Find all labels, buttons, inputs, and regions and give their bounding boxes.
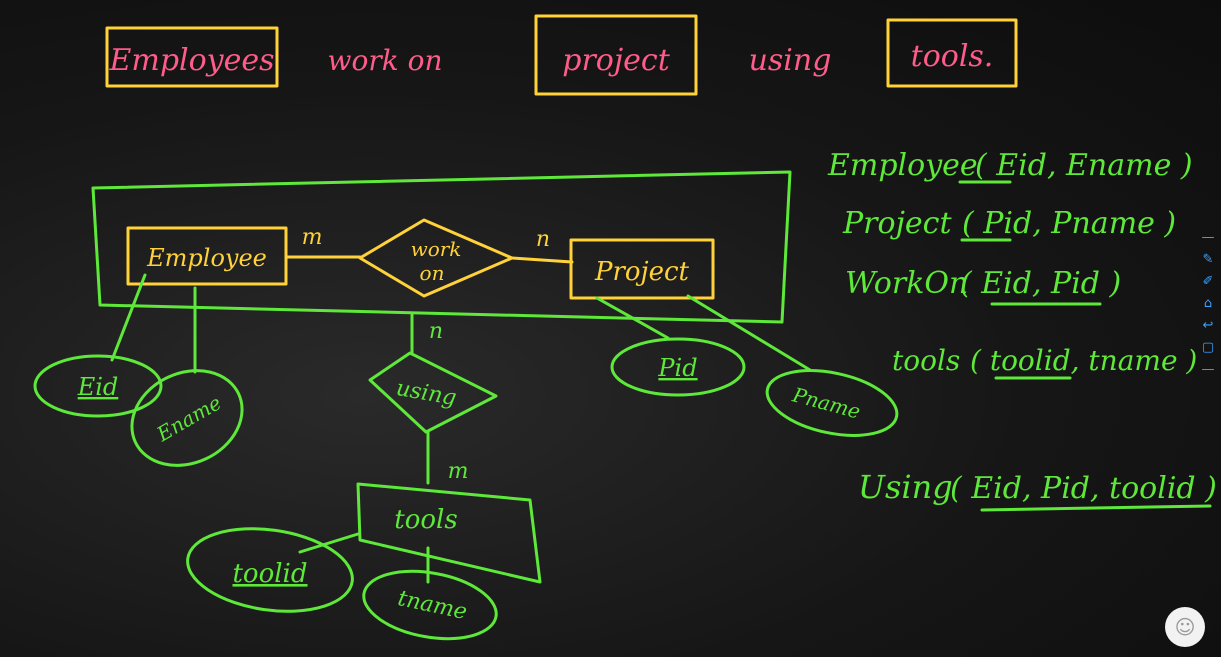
- heading: Employees work on project using tools.: [105, 14, 1018, 96]
- home-icon[interactable]: ⌂: [1201, 296, 1215, 312]
- schema-project-fields: ( Pid, Pname ): [962, 206, 1176, 241]
- schema-using-fields: ( Eid, Pid, toolid ): [950, 471, 1217, 506]
- entity-employee-label: Employee: [146, 244, 267, 272]
- annotation-toolbar: — ✎ ✐ ⌂ ↩ ▢ —: [1201, 230, 1215, 384]
- attribute-toolid-label: toolid: [232, 559, 307, 589]
- attribute-pname-label: Pname: [789, 382, 863, 423]
- schema-tools-fields: ( toolid, tname ): [970, 344, 1197, 377]
- schema-workon-fields: ( Eid, Pid ): [960, 266, 1121, 301]
- relational-schema: Employee ( Eid, Ename ) Project ( Pid, P…: [827, 148, 1217, 512]
- cardinality-project: n: [536, 227, 550, 252]
- attribute-ename-label: Ename: [152, 390, 226, 446]
- eid-link: [110, 273, 147, 362]
- cardinality-tools: m: [448, 459, 469, 484]
- schema-using-label: Using: [858, 468, 953, 506]
- schema-tools-label: tools: [892, 344, 960, 377]
- relationship-using-label: using: [394, 376, 458, 411]
- schema-project-label: Project: [842, 206, 952, 241]
- pen-icon[interactable]: ✐: [1201, 274, 1215, 290]
- relationship-work-on-label-2: on: [420, 261, 445, 285]
- attribute-eid-label: Eid: [77, 373, 119, 401]
- cardinality-work-down: n: [429, 319, 443, 344]
- edit-icon[interactable]: ✎: [1201, 252, 1215, 268]
- minus-icon[interactable]: —: [1201, 362, 1215, 378]
- schema-workon-label: WorkOn: [845, 266, 968, 301]
- user-avatar-icon[interactable]: ☺: [1165, 607, 1205, 647]
- workon-project-line: [510, 256, 574, 264]
- attribute-pid-label: Pid: [657, 354, 697, 382]
- entity-project-label: Project: [594, 257, 690, 287]
- minus-icon[interactable]: —: [1201, 230, 1215, 246]
- schema-employee-label: Employee: [827, 148, 978, 183]
- entity-tools-label: tools: [394, 505, 457, 535]
- attribute-tname-label: tname: [395, 586, 469, 625]
- chalkboard-canvas: Employees work on project using tools. E…: [33, 14, 1217, 641]
- heading-employees: Employees: [108, 43, 274, 78]
- heading-tools: tools.: [911, 39, 994, 74]
- heading-work-on: work on: [328, 44, 443, 77]
- schema-using-pk-underline: [980, 504, 1212, 512]
- schema-employee-fields: ( Eid, Ename ): [975, 148, 1193, 183]
- window-icon[interactable]: ▢: [1201, 340, 1215, 356]
- cardinality-employee: m: [302, 225, 323, 250]
- heading-using: using: [749, 43, 832, 78]
- pname-link: [686, 294, 812, 372]
- relationship-work-on-label-1: work: [411, 237, 462, 261]
- heading-project: project: [562, 43, 670, 78]
- undo-icon[interactable]: ↩: [1201, 318, 1215, 334]
